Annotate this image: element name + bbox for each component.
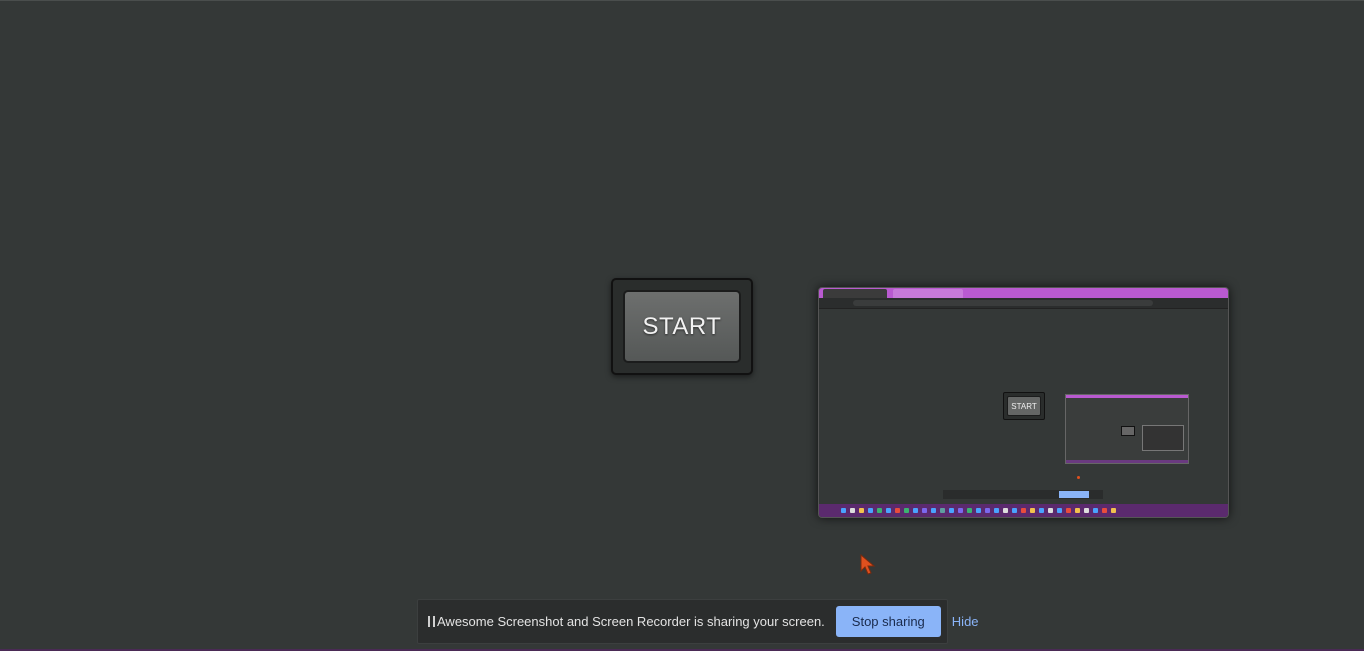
preview-taskbar-icon [1030, 508, 1035, 513]
preview-taskbar-icon [922, 508, 927, 513]
preview-taskbar-icon [895, 508, 900, 513]
preview-taskbar-icon [1093, 508, 1098, 513]
preview-nested-start [1121, 426, 1135, 436]
preview-taskbar-icon [1012, 508, 1017, 513]
preview-taskbar-icon [868, 508, 873, 513]
preview-nested-taskbar [1066, 460, 1188, 463]
preview-start-button: START [1007, 396, 1041, 416]
preview-stop-button [1059, 491, 1089, 498]
preview-taskbar-icon [886, 508, 891, 513]
preview-taskbar-icon [967, 508, 972, 513]
preview-taskbar-icon [976, 508, 981, 513]
preview-taskbar-icon [1066, 508, 1071, 513]
preview-share-bar [943, 490, 1103, 499]
preview-taskbar-icon [913, 508, 918, 513]
preview-tab [893, 289, 963, 298]
preview-taskbar-icon [904, 508, 909, 513]
preview-taskbar-icon [1111, 508, 1116, 513]
preview-taskbar-icon [985, 508, 990, 513]
preview-nested-thumbnail [1142, 425, 1184, 451]
preview-taskbar-icon [940, 508, 945, 513]
preview-cursor-icon [1077, 476, 1080, 479]
preview-url-field [853, 300, 1153, 306]
hide-button[interactable]: Hide [952, 614, 979, 629]
preview-tab [823, 289, 887, 298]
start-button[interactable]: START [623, 290, 741, 363]
preview-taskbar-icon [1075, 508, 1080, 513]
preview-start-button-frame: START [1003, 392, 1045, 420]
preview-taskbar-icon [877, 508, 882, 513]
preview-tab-bar [819, 288, 1228, 298]
preview-taskbar-icon [859, 508, 864, 513]
preview-taskbar-icon [1057, 508, 1062, 513]
stop-sharing-button[interactable]: Stop sharing [835, 606, 941, 637]
preview-address-bar [819, 298, 1228, 309]
preview-taskbar-icon [994, 508, 999, 513]
page: START START Awesome Screenshot and Scree… [0, 0, 1364, 651]
preview-taskbar-icon [1021, 508, 1026, 513]
preview-taskbar-icon [1084, 508, 1089, 513]
mouse-cursor-icon [860, 554, 876, 575]
preview-taskbar-icon [1003, 508, 1008, 513]
preview-nested-tab-bar [1066, 395, 1188, 398]
start-button-frame: START [611, 278, 753, 375]
preview-taskbar-icon [958, 508, 963, 513]
screen-sharing-bar: Awesome Screenshot and Screen Recorder i… [417, 599, 979, 644]
preview-taskbar-icon [1102, 508, 1107, 513]
sharing-message: Awesome Screenshot and Screen Recorder i… [437, 614, 825, 629]
preview-nested-preview [1065, 394, 1189, 464]
preview-taskbar-icon [850, 508, 855, 513]
preview-taskbar-icon [1039, 508, 1044, 513]
preview-taskbar [819, 504, 1228, 517]
screen-share-preview: START [818, 287, 1229, 518]
preview-taskbar-icon [931, 508, 936, 513]
preview-taskbar-icon [949, 508, 954, 513]
preview-taskbar-icon [841, 508, 846, 513]
preview-taskbar-icon [1048, 508, 1053, 513]
